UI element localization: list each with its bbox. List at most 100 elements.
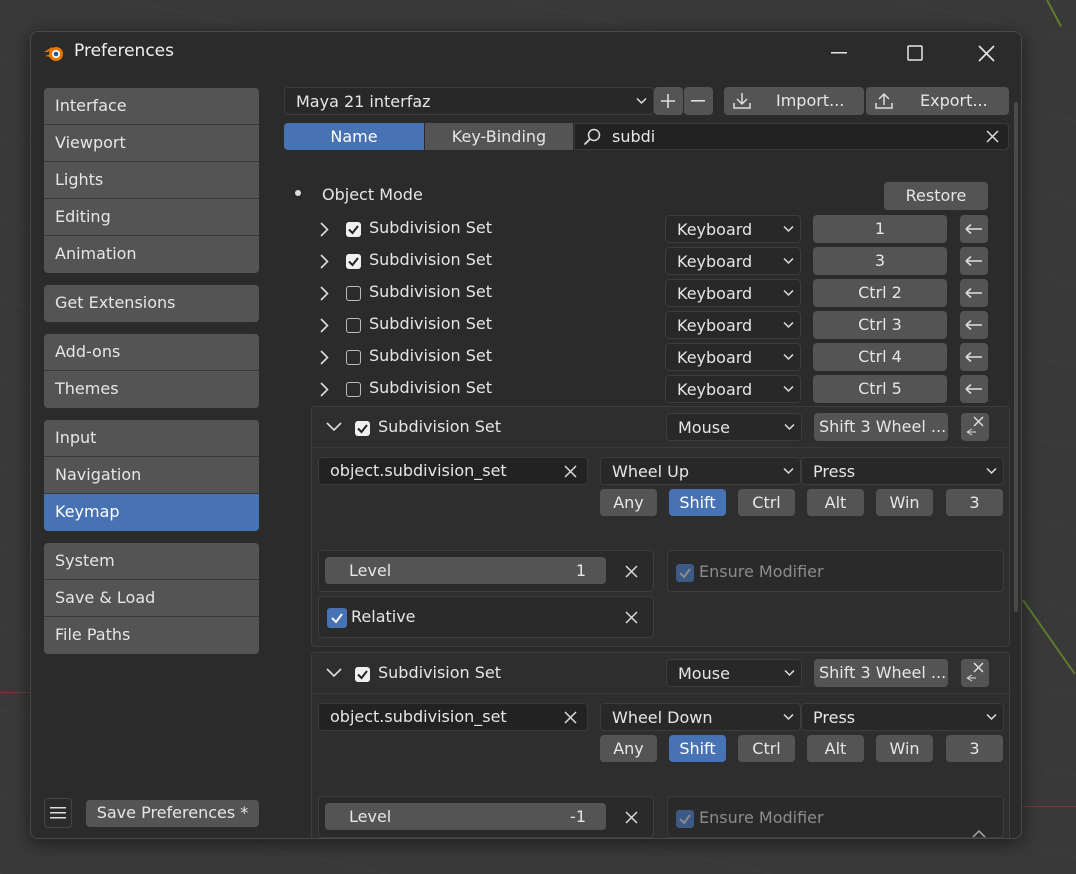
operator-idname-field[interactable]: object.subdivision_set — [318, 703, 588, 731]
scroll-up-icon[interactable] — [972, 829, 986, 838]
save-preferences-button[interactable]: Save Preferences * — [86, 800, 259, 827]
input-type-dropdown[interactable]: Mouse — [666, 659, 802, 687]
keymap-preset-dropdown[interactable]: Maya 21 interfaz — [284, 87, 654, 115]
expand-chevron-icon[interactable] — [320, 382, 329, 397]
input-type-dropdown[interactable]: Keyboard — [665, 279, 801, 307]
item-enabled-checkbox[interactable] — [346, 318, 361, 333]
input-type-dropdown[interactable]: Mouse — [666, 413, 802, 441]
ensure-modifier-checkbox[interactable] — [676, 564, 694, 582]
level-slider[interactable]: Level -1 — [325, 803, 606, 830]
filter-by-name-tab[interactable]: Name — [284, 123, 424, 150]
sidebar-item-get-extensions[interactable]: Get Extensions — [44, 285, 259, 322]
modifier-ctrl-toggle[interactable]: Ctrl — [738, 489, 795, 516]
filter-by-key-binding-tab[interactable]: Key-Binding — [425, 123, 573, 150]
expand-chevron-icon[interactable] — [320, 254, 329, 269]
sidebar-item-input[interactable]: Input — [44, 420, 259, 457]
sidebar-item-add-ons[interactable]: Add-ons — [44, 334, 259, 371]
modifier-ctrl-toggle[interactable]: Ctrl — [738, 735, 795, 762]
key-binding-button[interactable]: 3 — [813, 247, 947, 275]
clear-field-icon[interactable] — [564, 465, 577, 478]
key-binding-button[interactable]: Ctrl 3 — [813, 311, 947, 339]
remove-item-button[interactable] — [961, 659, 989, 687]
clear-search-icon[interactable] — [986, 130, 999, 143]
key-binding-button[interactable]: Ctrl 4 — [813, 343, 947, 371]
sidebar-item-navigation[interactable]: Navigation — [44, 457, 259, 494]
level-slider[interactable]: Level 1 — [325, 557, 606, 584]
event-value-dropdown[interactable]: Press — [801, 457, 1004, 485]
collapse-chevron-icon[interactable] — [326, 668, 342, 678]
title-bar[interactable]: Preferences — [31, 32, 1021, 74]
modifier-alt-toggle[interactable]: Alt — [807, 489, 864, 516]
expand-chevron-icon[interactable] — [320, 318, 329, 333]
maximize-button[interactable] — [902, 40, 928, 66]
sidebar-item-system[interactable]: System — [44, 543, 259, 580]
preferences-menu-button[interactable] — [44, 798, 72, 828]
restore-button[interactable]: Restore — [884, 182, 988, 210]
operator-idname-field[interactable]: object.subdivision_set — [318, 457, 588, 485]
remove-preset-button[interactable] — [684, 87, 713, 115]
sidebar-item-themes[interactable]: Themes — [44, 371, 259, 408]
key-binding-button[interactable]: Shift 3 Wheel ... — [814, 659, 948, 687]
input-type-dropdown[interactable]: Keyboard — [665, 215, 801, 243]
item-enabled-checkbox[interactable] — [346, 286, 361, 301]
sidebar-item-keymap[interactable]: Keymap — [44, 494, 259, 531]
search-input[interactable]: subdi — [574, 123, 1009, 150]
event-type-dropdown[interactable]: Wheel Up — [600, 457, 801, 485]
key-modifier-field[interactable]: 3 — [946, 735, 1003, 762]
scrollbar[interactable] — [1014, 102, 1018, 612]
modifier-any-toggle[interactable]: Any — [600, 735, 657, 762]
event-value-dropdown[interactable]: Press — [801, 703, 1004, 731]
import-button[interactable]: Import... — [724, 87, 864, 115]
item-enabled-checkbox[interactable] — [346, 222, 361, 237]
sidebar-item-interface[interactable]: Interface — [44, 88, 259, 125]
minimize-button[interactable] — [826, 40, 852, 66]
input-type-dropdown[interactable]: Keyboard — [665, 375, 801, 403]
sidebar-item-viewport[interactable]: Viewport — [44, 125, 259, 162]
ensure-modifier-checkbox[interactable] — [676, 810, 694, 828]
modifier-any-toggle[interactable]: Any — [600, 489, 657, 516]
input-type-dropdown[interactable]: Keyboard — [665, 247, 801, 275]
key-binding-button[interactable]: Shift 3 Wheel ... — [814, 413, 948, 441]
item-enabled-checkbox[interactable] — [346, 350, 361, 365]
sidebar-item-animation[interactable]: Animation — [44, 236, 259, 273]
item-enabled-checkbox[interactable] — [346, 382, 361, 397]
sidebar-item-lights[interactable]: Lights — [44, 162, 259, 199]
unset-property-icon[interactable] — [625, 811, 638, 824]
remove-item-button[interactable] — [961, 413, 989, 441]
modifier-shift-toggle[interactable]: Shift — [669, 735, 726, 762]
item-enabled-checkbox[interactable] — [355, 667, 370, 682]
sidebar-item-file-paths[interactable]: File Paths — [44, 617, 259, 654]
item-enabled-checkbox[interactable] — [355, 421, 370, 436]
close-window-button[interactable] — [973, 40, 999, 66]
event-type-dropdown[interactable]: Wheel Down — [600, 703, 801, 731]
input-type-dropdown[interactable]: Keyboard — [665, 343, 801, 371]
key-binding-button[interactable]: 1 — [813, 215, 947, 243]
collapse-chevron-icon[interactable] — [326, 422, 342, 432]
clear-field-icon[interactable] — [564, 711, 577, 724]
item-enabled-checkbox[interactable] — [346, 254, 361, 269]
expand-chevron-icon[interactable] — [320, 350, 329, 365]
sidebar-item-save-load[interactable]: Save & Load — [44, 580, 259, 617]
modifier-shift-toggle[interactable]: Shift — [669, 489, 726, 516]
relative-checkbox[interactable] — [327, 608, 347, 628]
add-preset-button[interactable] — [654, 87, 683, 115]
unset-property-icon[interactable] — [625, 611, 638, 624]
modifier-alt-toggle[interactable]: Alt — [807, 735, 864, 762]
input-type-dropdown[interactable]: Keyboard — [665, 311, 801, 339]
key-modifier-field[interactable]: 3 — [946, 489, 1003, 516]
expand-chevron-icon[interactable] — [320, 222, 329, 237]
restore-item-button[interactable] — [960, 247, 988, 275]
sidebar-item-editing[interactable]: Editing — [44, 199, 259, 236]
restore-item-button[interactable] — [960, 279, 988, 307]
restore-item-button[interactable] — [960, 311, 988, 339]
key-binding-button[interactable]: Ctrl 5 — [813, 375, 947, 403]
modifier-win-toggle[interactable]: Win — [876, 735, 933, 762]
unset-property-icon[interactable] — [625, 565, 638, 578]
modifier-win-toggle[interactable]: Win — [876, 489, 933, 516]
restore-item-button[interactable] — [960, 343, 988, 371]
export-button[interactable]: Export... — [866, 87, 1009, 115]
key-binding-button[interactable]: Ctrl 2 — [813, 279, 947, 307]
restore-item-button[interactable] — [960, 215, 988, 243]
expand-chevron-icon[interactable] — [320, 286, 329, 301]
restore-item-button[interactable] — [960, 375, 988, 403]
